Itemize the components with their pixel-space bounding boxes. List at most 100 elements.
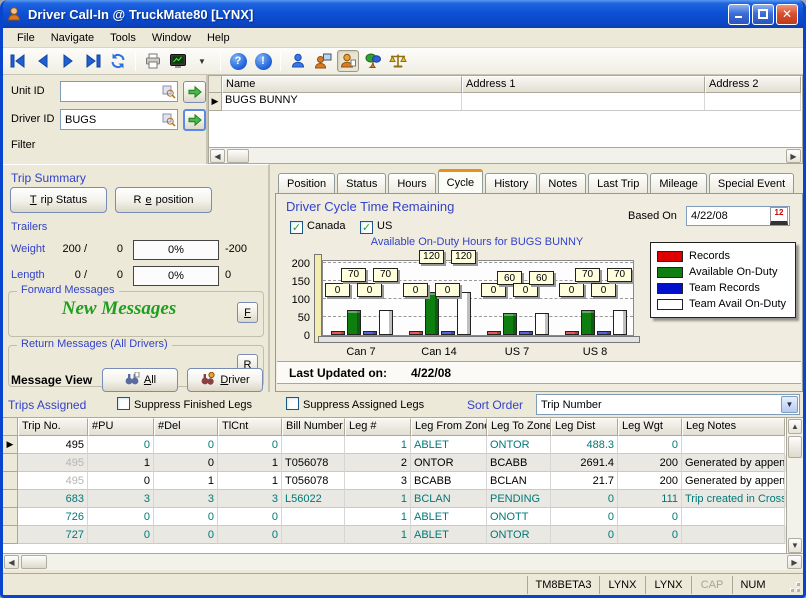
first-record-icon[interactable]	[7, 50, 29, 72]
menu-help[interactable]: Help	[199, 30, 238, 46]
x-axis-category-label: US 7	[482, 346, 552, 358]
forward-messages-button[interactable]: F	[237, 302, 258, 323]
table-row[interactable]: 495101T0560782ONTORBCABB2691.4200Generat…	[3, 454, 803, 472]
col-header-tlcnt[interactable]: TlCnt	[218, 418, 282, 436]
driver-grid-hscrollbar[interactable]: ◀ ▶	[209, 147, 802, 163]
us-checkbox-box[interactable]: ✓	[360, 221, 373, 234]
col-header-legwgt[interactable]: Leg Wgt	[618, 418, 682, 436]
close-button[interactable]: ✕	[776, 4, 798, 25]
col-header-legdist[interactable]: Leg Dist	[551, 418, 618, 436]
table-cell: 0	[88, 436, 154, 454]
col-header-billnumber[interactable]: Bill Number	[282, 418, 345, 436]
scroll-thumb[interactable]	[21, 555, 47, 569]
monitor-icon[interactable]	[167, 50, 189, 72]
table-row[interactable]: 7270001ABLETONTOR00	[3, 526, 803, 544]
driver-grid-col-1[interactable]: Name	[222, 76, 462, 93]
col-header-tripno[interactable]: Trip No.	[18, 418, 88, 436]
tab-position[interactable]: Position	[278, 173, 335, 193]
sort-order-combobox[interactable]	[536, 394, 800, 415]
table-cell: 1	[218, 454, 282, 472]
driver-callin-icon[interactable]	[337, 50, 359, 72]
unit-go-button[interactable]	[183, 81, 206, 103]
scroll-down-icon[interactable]: ▼	[788, 538, 802, 553]
calendar-icon[interactable]: 12	[770, 207, 788, 225]
scroll-right-icon[interactable]: ▶	[787, 555, 802, 569]
driver-go-button[interactable]	[183, 109, 206, 131]
canada-checkbox[interactable]: ✓Canada	[290, 218, 346, 236]
table-cell: 0	[618, 526, 682, 544]
col-header-del[interactable]: #Del	[154, 418, 218, 436]
table-row[interactable]: 495011T0560783BCABBBCLAN21.7200Generated…	[3, 472, 803, 490]
reposition-button[interactable]: Reposition	[115, 187, 212, 213]
driver-grid-col-3[interactable]: Address 2	[705, 76, 801, 93]
trips-table-hscrollbar[interactable]: ◀ ▶	[3, 553, 803, 570]
scroll-thumb[interactable]	[788, 436, 802, 458]
tab-notes[interactable]: Notes	[539, 173, 586, 193]
col-header-pu[interactable]: #PU	[88, 418, 154, 436]
help-icon[interactable]: ?	[227, 50, 249, 72]
driver-lookup-icon[interactable]	[162, 113, 176, 127]
col-header-legtozone[interactable]: Leg To Zone	[487, 418, 551, 436]
driver-id-input[interactable]	[60, 109, 178, 130]
resize-grip[interactable]	[773, 576, 803, 594]
prev-record-icon[interactable]	[32, 50, 54, 72]
scroll-up-icon[interactable]: ▲	[788, 419, 802, 434]
trip-status-button[interactable]: Trip Status	[10, 187, 107, 213]
canada-checkbox-box[interactable]: ✓	[290, 221, 303, 234]
suppress-finished-box[interactable]	[117, 397, 130, 410]
trips-table-vscrollbar[interactable]: ▲ ▼	[786, 418, 803, 554]
menu-tools[interactable]: Tools	[102, 30, 144, 46]
table-cell: Generated by appenc	[682, 454, 785, 472]
tab-last-trip[interactable]: Last Trip	[588, 173, 648, 193]
message-view-all-button[interactable]: All	[102, 368, 178, 392]
scroll-thumb[interactable]	[227, 149, 249, 163]
suppress-assigned-box[interactable]	[286, 397, 299, 410]
us-checkbox[interactable]: ✓US	[360, 218, 392, 236]
table-cell: 3	[218, 490, 282, 508]
scroll-left-icon[interactable]: ◀	[4, 555, 19, 569]
menu-file[interactable]: File	[9, 30, 43, 46]
col-header-legfromzone[interactable]: Leg From Zone	[411, 418, 487, 436]
tree-icon[interactable]	[362, 50, 384, 72]
col-header-legnotes[interactable]: Leg Notes	[682, 418, 785, 436]
driver-grid-col-2[interactable]: Address 1	[462, 76, 705, 93]
col-header-leg[interactable]: Leg #	[345, 418, 411, 436]
unit-id-input[interactable]	[60, 81, 178, 102]
tab-hours[interactable]: Hours	[388, 173, 435, 193]
suppress-finished-checkbox[interactable]: Suppress Finished Legs	[117, 397, 252, 415]
table-row[interactable]: 683333L560221BCLANPENDING0111Trip create…	[3, 490, 803, 508]
table-cell	[282, 436, 345, 454]
suppress-assigned-checkbox[interactable]: Suppress Assigned Legs	[286, 397, 424, 415]
table-cell: Generated by appenc	[682, 472, 785, 490]
print-icon[interactable]	[142, 50, 164, 72]
tab-history[interactable]: History	[485, 173, 537, 193]
tab-cycle[interactable]: Cycle	[438, 169, 484, 193]
tab-mileage[interactable]: Mileage	[650, 173, 707, 193]
refresh-icon[interactable]	[107, 50, 129, 72]
message-view-driver-button[interactable]: Driver	[187, 368, 263, 392]
table-cell	[282, 526, 345, 544]
user-icon[interactable]	[287, 50, 309, 72]
driver-grid-row[interactable]: ▶BUGS BUNNY	[209, 93, 802, 111]
minimize-button[interactable]	[728, 4, 750, 25]
info-icon[interactable]: !	[252, 50, 274, 72]
user-computer-icon[interactable]	[312, 50, 334, 72]
scroll-right-icon[interactable]: ▶	[786, 149, 801, 163]
tab-status[interactable]: Status	[337, 173, 386, 193]
menu-navigate[interactable]: Navigate	[43, 30, 102, 46]
maximize-button[interactable]	[752, 4, 774, 25]
tab-special-event[interactable]: Special Event	[709, 173, 794, 193]
bar-value-label: 70	[575, 268, 600, 282]
trips-table: Trip No.#PU#DelTlCntBill NumberLeg #Leg …	[3, 417, 803, 553]
monitor-dropdown-icon[interactable]: ▼	[192, 50, 214, 72]
next-record-icon[interactable]	[57, 50, 79, 72]
bar-value-label: 60	[529, 271, 554, 285]
table-row[interactable]: ▶4950001ABLETONTOR488.30	[3, 436, 803, 454]
scroll-left-icon[interactable]: ◀	[210, 149, 225, 163]
table-row[interactable]: 7260001ABLETONOTT00	[3, 508, 803, 526]
menu-window[interactable]: Window	[144, 30, 199, 46]
last-record-icon[interactable]	[82, 50, 104, 72]
unit-lookup-icon[interactable]	[162, 85, 176, 99]
scales-icon[interactable]	[387, 50, 409, 72]
chevron-down-icon[interactable]: ▼	[781, 396, 798, 413]
